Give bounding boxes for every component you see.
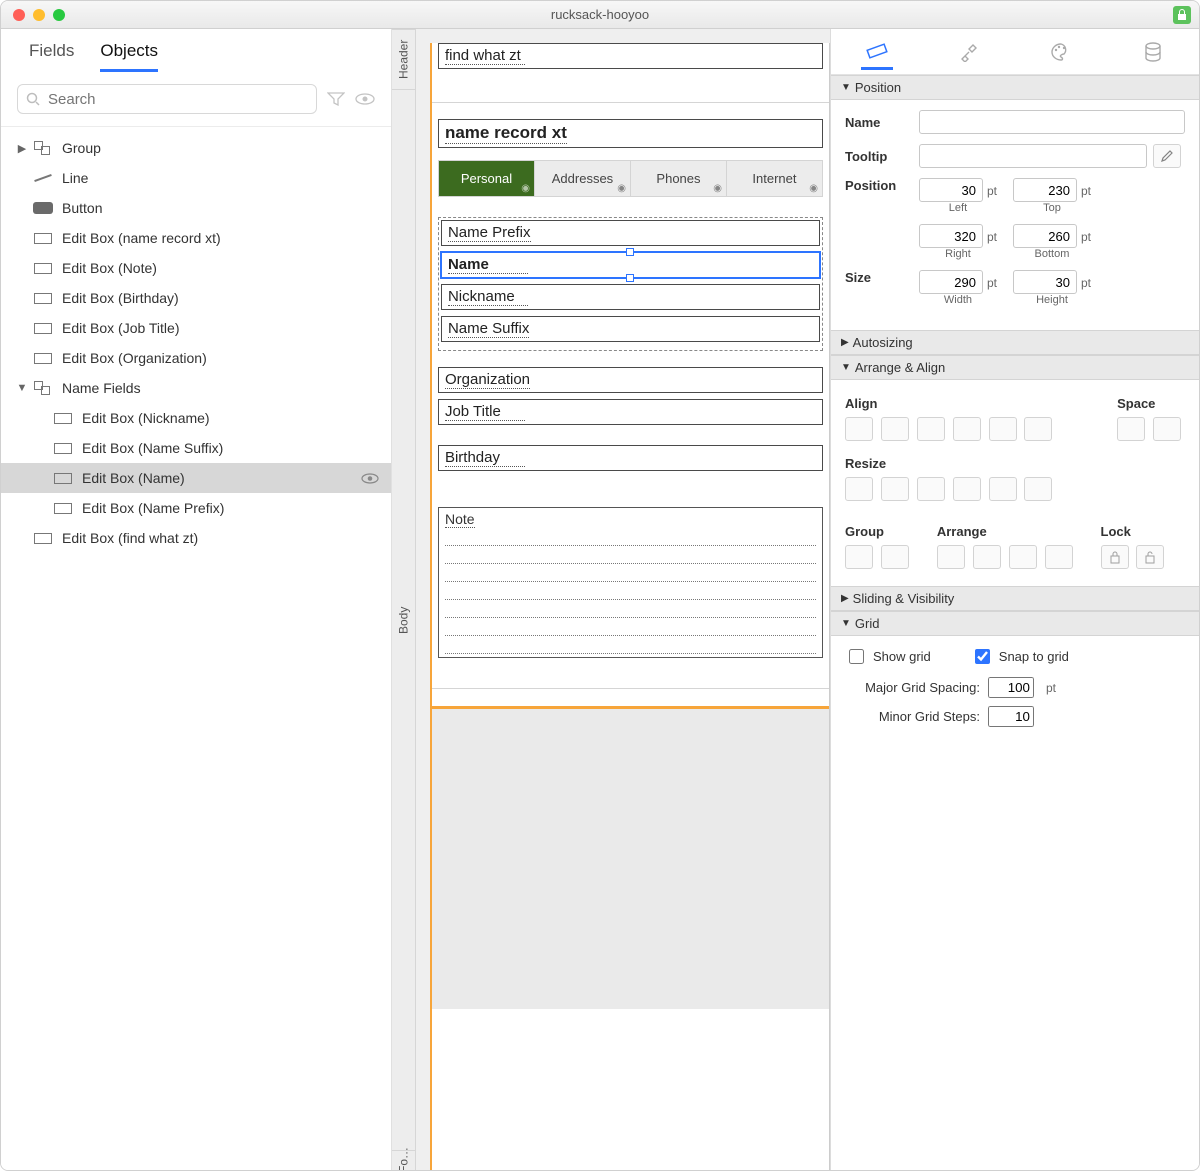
tools-icon[interactable] [953,36,985,68]
tree-item[interactable]: Edit Box (Nickname) [1,403,391,433]
layout-canvas[interactable]: find what zt ‹ name record xt Personal◉A… [430,43,830,1170]
section-position[interactable]: ▼Position [831,75,1199,100]
resize-3-icon[interactable] [917,477,945,501]
edit-tooltip-icon[interactable] [1153,144,1181,168]
position-label: Position [845,178,919,193]
record-tab[interactable]: Phones◉ [630,160,726,197]
editbox[interactable]: Name Prefix [441,220,820,246]
bottom-field[interactable] [1013,224,1077,248]
name-field[interactable] [919,110,1185,134]
tree-item[interactable]: Edit Box (Name) [1,463,391,493]
editbox[interactable]: Nickname [441,284,820,310]
object-tree: ▶GroupLineButtonEdit Box (name record xt… [1,127,391,1170]
search-input[interactable] [17,84,317,114]
database-icon[interactable] [1137,36,1169,68]
part-body-label[interactable]: Body [392,89,415,1150]
tree-item[interactable]: Edit Box (Name Prefix) [1,493,391,523]
resize-1-icon[interactable] [845,477,873,501]
align-vcenter-icon[interactable] [989,417,1017,441]
record-tab[interactable]: Personal◉ [438,160,534,197]
tree-item[interactable]: Edit Box (find what zt) [1,523,391,553]
record-tabs: Personal◉Addresses◉Phones◉Internet◉ [438,160,823,197]
part-footer-label[interactable]: Fo… [392,1150,415,1170]
bring-front-icon[interactable] [937,545,965,569]
name-fields-group[interactable]: Name Prefix Name Nickname Name Suffix [438,217,823,351]
part-header-label[interactable]: Header [392,29,415,89]
section-arrange[interactable]: ▼Arrange & Align [831,355,1199,380]
snap-grid-checkbox[interactable]: Snap to grid [971,646,1069,667]
lock-badge-icon[interactable] [1173,6,1191,24]
show-grid-checkbox[interactable]: Show grid [845,646,931,667]
part-rail: Header Body Fo… [392,29,416,1170]
app-window: rucksack-hooyoo Fields Objects [0,0,1200,1171]
tooltip-label: Tooltip [845,149,919,164]
name-label: Name [845,115,919,130]
tree-item[interactable]: Button [1,193,391,223]
group-icon[interactable] [845,545,873,569]
align-bottom-icon[interactable] [1024,417,1052,441]
layout-canvas-area: Header Body Fo… find what zt ‹ name reco… [392,29,830,1170]
editbox-name-record[interactable]: name record xt [438,119,823,148]
inspector-tabs [831,29,1199,75]
space-v-icon[interactable] [1153,417,1181,441]
palette-icon[interactable] [1045,36,1077,68]
unlock-icon[interactable] [1136,545,1164,569]
tree-item[interactable]: ▶Group [1,133,391,163]
tab-fields[interactable]: Fields [29,41,74,72]
size-label: Size [845,270,919,285]
resize-4-icon[interactable] [953,477,981,501]
ruler-icon[interactable] [861,38,893,70]
align-right-icon[interactable] [917,417,945,441]
section-sliding[interactable]: ▶Sliding & Visibility [831,586,1199,611]
bring-forward-icon[interactable] [973,545,1001,569]
resize-2-icon[interactable] [881,477,909,501]
section-autosizing[interactable]: ▶Autosizing [831,330,1199,355]
tree-item[interactable]: Edit Box (Job Title) [1,313,391,343]
left-tabs: Fields Objects [1,29,391,72]
titlebar: rucksack-hooyoo [1,1,1199,29]
editbox-note[interactable]: Note [438,507,823,658]
editbox-find-what[interactable]: find what zt [438,43,823,69]
record-tab[interactable]: Internet◉ [726,160,823,197]
record-tab[interactable]: Addresses◉ [534,160,630,197]
ungroup-icon[interactable] [881,545,909,569]
resize-6-icon[interactable] [1024,477,1052,501]
align-left-icon[interactable] [845,417,873,441]
send-backward-icon[interactable] [1009,545,1037,569]
tree-item[interactable]: Edit Box (Note) [1,253,391,283]
tree-item[interactable]: Line [1,163,391,193]
align-top-icon[interactable] [953,417,981,441]
left-field[interactable] [919,178,983,202]
editbox[interactable]: Organization [438,367,823,393]
section-grid[interactable]: ▼Grid [831,611,1199,636]
space-h-icon[interactable] [1117,417,1145,441]
inspector-panel: ▼Position Name Tooltip Position pt [830,29,1199,1170]
editbox-birthday[interactable]: Birthday [438,445,823,471]
tree-item[interactable]: Edit Box (Name Suffix) [1,433,391,463]
lock-icon[interactable] [1101,545,1129,569]
send-back-icon[interactable] [1045,545,1073,569]
align-hcenter-icon[interactable] [881,417,909,441]
filter-icon[interactable] [327,92,345,106]
resize-5-icon[interactable] [989,477,1017,501]
tab-objects[interactable]: Objects [100,41,158,72]
width-field[interactable] [919,270,983,294]
editbox[interactable]: Job Title [438,399,823,425]
height-field[interactable] [1013,270,1077,294]
right-field[interactable] [919,224,983,248]
tree-item[interactable]: Edit Box (Birthday) [1,283,391,313]
tree-item[interactable]: ▼Name Fields [1,373,391,403]
editbox[interactable]: Name Suffix [441,316,820,342]
left-panel: Fields Objects ▶GroupLineButtonEdit Box … [1,29,392,1170]
editbox[interactable]: Name [441,252,820,278]
minor-grid-field[interactable] [988,706,1034,727]
window-title: rucksack-hooyoo [1,7,1199,22]
tree-item[interactable]: Edit Box (Organization) [1,343,391,373]
top-field[interactable] [1013,178,1077,202]
major-grid-field[interactable] [988,677,1034,698]
visibility-icon[interactable] [355,93,375,105]
tree-item[interactable]: Edit Box (name record xt) [1,223,391,253]
tooltip-field[interactable] [919,144,1147,168]
